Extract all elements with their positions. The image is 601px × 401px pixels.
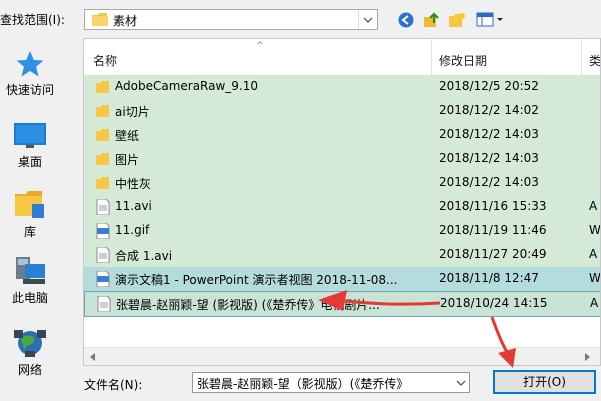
file-row[interactable]: 中性灰 2018/12/2 14:03	[84, 171, 600, 195]
sidebar-item-label: 桌面	[17, 155, 42, 169]
file-type: W	[589, 271, 601, 285]
look-in-label: 查找范围(I):	[0, 13, 65, 27]
back-icon[interactable]	[398, 12, 414, 28]
new-folder-icon[interactable]	[448, 12, 466, 28]
scroll-right-icon[interactable]	[584, 353, 590, 361]
file-type: A	[590, 296, 599, 310]
file-row[interactable]: 11.avi 2018/11/16 15:33 A	[84, 195, 600, 219]
look-in-value: 素材	[113, 14, 138, 28]
file-row[interactable]: AdobeCameraRaw_9.10 2018/12/5 20:52	[84, 75, 600, 99]
video-file-icon	[96, 199, 110, 215]
file-type: A	[589, 247, 598, 261]
desktop-icon	[14, 123, 46, 148]
column-header-name[interactable]: 名称	[93, 52, 117, 69]
file-date: 2018/12/2 14:03	[439, 151, 539, 165]
network-icon	[14, 330, 46, 357]
sidebar-item-label: 库	[23, 225, 36, 239]
file-row[interactable]: 演示文稿1 - PowerPoint 演示者视图 2018-11-08... 2…	[84, 267, 601, 291]
folder-icon	[96, 81, 109, 93]
sidebar: 快速访问 桌面 库 此电脑 网络	[0, 38, 70, 393]
gif-file-icon	[96, 271, 110, 287]
gif-file-icon	[96, 223, 110, 239]
filename-input[interactable]: 张碧晨-赵丽颖-望（影视版）(《楚乔传》	[192, 372, 470, 393]
file-date: 2018/11/19 11:46	[439, 223, 547, 237]
file-name: 张碧晨-赵丽颖-望 (影视版) (《楚乔传》电视剧片...	[116, 298, 380, 312]
file-name: AdobeCameraRaw_9.10	[115, 79, 259, 93]
file-date: 2018/10/24 14:15	[440, 296, 548, 310]
file-row[interactable]: 11.gif 2018/11/19 11:46 W	[84, 219, 601, 243]
file-row[interactable]: 合成 1.avi 2018/11/27 20:49 A	[84, 243, 600, 267]
file-date: 2018/11/8 12:47	[439, 271, 539, 285]
folder-icon	[96, 177, 109, 189]
filename-value: 张碧晨-赵丽颖-望（影视版）(《楚乔传》	[197, 377, 409, 391]
file-date: 2018/12/2 14:03	[439, 175, 539, 189]
sidebar-item-library[interactable]: 库	[0, 188, 60, 240]
file-name: 11.gif	[115, 223, 150, 237]
horizontal-scrollbar[interactable]	[84, 347, 600, 365]
column-header-type[interactable]: 类	[589, 52, 600, 69]
file-name: 11.avi	[115, 199, 152, 213]
chevron-down-icon[interactable]	[453, 373, 469, 392]
library-icon	[15, 191, 44, 218]
folder-icon	[96, 129, 109, 141]
file-type: W	[589, 223, 601, 237]
sort-ascending-icon: ^	[256, 41, 264, 51]
chevron-down-icon[interactable]	[358, 10, 377, 29]
file-row[interactable]: ai切片 2018/12/2 14:02	[84, 99, 600, 123]
file-type: A	[589, 199, 598, 213]
open-button[interactable]: 打开(O)	[493, 370, 596, 394]
file-name: 壁纸	[115, 129, 140, 143]
column-header-date[interactable]: 修改日期	[439, 52, 487, 69]
view-menu-icon[interactable]	[476, 12, 504, 28]
file-row[interactable]: 图片 2018/12/2 14:03	[84, 147, 600, 171]
column-divider[interactable]	[581, 39, 582, 75]
file-name: 合成 1.avi	[115, 249, 173, 263]
sidebar-item-desktop[interactable]: 桌面	[0, 122, 60, 170]
file-name: 演示文稿1 - PowerPoint 演示者视图 2018-11-08...	[115, 273, 398, 287]
filename-label: 文件名(N):	[84, 378, 143, 392]
file-row[interactable]: 壁纸 2018/12/2 14:03	[84, 123, 600, 147]
look-in-dropdown[interactable]: 素材	[84, 9, 378, 30]
video-file-icon	[96, 247, 110, 263]
sidebar-item-network[interactable]: 网络	[0, 328, 60, 378]
sidebar-item-quick-access[interactable]: 快速访问	[0, 50, 60, 98]
file-date: 2018/12/2 14:03	[439, 127, 539, 141]
sidebar-item-label: 此电脑	[11, 291, 48, 305]
folder-icon	[96, 105, 109, 117]
file-date: 2018/12/5 20:52	[439, 79, 539, 93]
file-name: 中性灰	[115, 177, 152, 191]
file-name: ai切片	[115, 105, 150, 119]
sidebar-item-label: 快速访问	[5, 83, 54, 97]
star-icon	[16, 51, 44, 77]
column-header-row: ^ 名称 修改日期 类	[84, 39, 600, 75]
column-divider[interactable]	[431, 39, 432, 75]
folder-icon	[92, 13, 108, 26]
sidebar-item-label: 网络	[17, 363, 42, 377]
scroll-left-icon[interactable]	[90, 353, 96, 361]
file-date: 2018/11/27 20:49	[439, 247, 547, 261]
file-name: 图片	[115, 153, 140, 167]
video-file-icon	[97, 296, 111, 312]
sidebar-item-this-pc[interactable]: 此电脑	[0, 256, 60, 306]
folder-icon	[96, 153, 109, 165]
file-list[interactable]: ^ 名称 修改日期 类 AdobeCameraRaw_9.10 2018/12/…	[83, 38, 601, 366]
computer-icon	[16, 257, 45, 284]
file-row-selected[interactable]: 张碧晨-赵丽颖-望 (影视版) (《楚乔传》电视剧片... 2018/10/24…	[84, 291, 600, 317]
file-date: 2018/12/2 14:02	[439, 103, 539, 117]
file-date: 2018/11/16 15:33	[439, 199, 547, 213]
up-folder-icon[interactable]	[423, 12, 439, 28]
